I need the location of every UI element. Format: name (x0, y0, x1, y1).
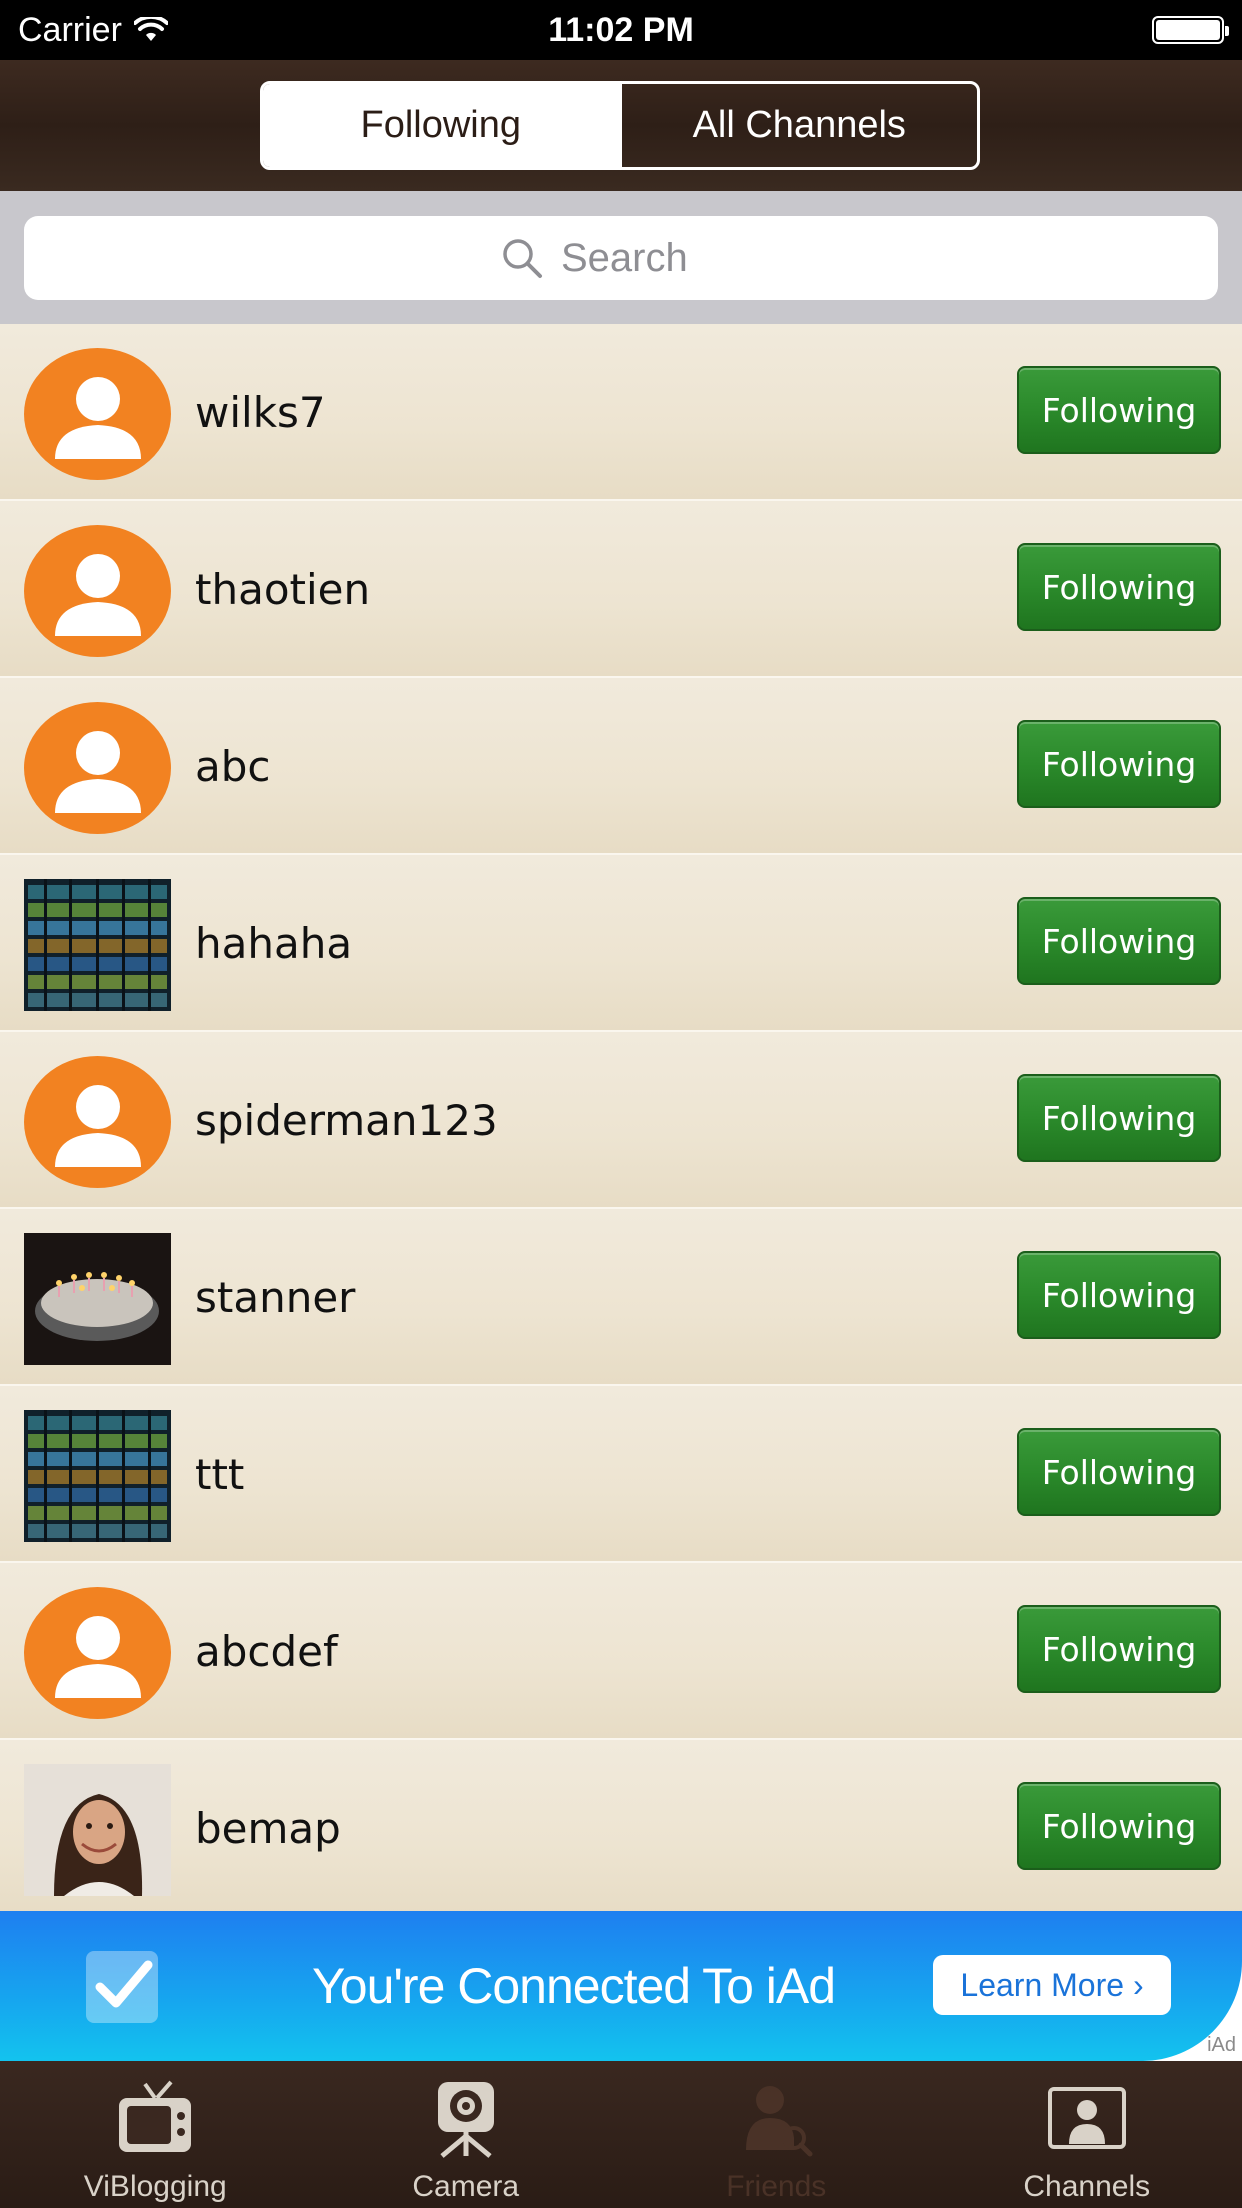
list-item[interactable]: abcdef Following (0, 1563, 1242, 1740)
default-user-icon (24, 1056, 171, 1188)
camera-icon (426, 2070, 506, 2166)
following-button[interactable]: Following (1017, 1251, 1221, 1339)
list-item[interactable]: bemap Following (0, 1740, 1242, 1917)
following-button[interactable]: Following (1017, 897, 1221, 985)
photo-shelf-avatar (24, 1410, 171, 1542)
tab-bar: ViBlogging Camera Friends Channels (0, 2061, 1242, 2208)
following-button[interactable]: Following (1017, 1605, 1221, 1693)
username: hahaha (195, 919, 353, 968)
tab-label: ViBlogging (83, 2170, 227, 2203)
list-item[interactable]: spiderman123 Following (0, 1032, 1242, 1209)
carrier-label: Carrier (18, 10, 122, 49)
list-item[interactable]: wilks7 Following (0, 324, 1242, 501)
username: abcdef (195, 1627, 338, 1676)
friends-icon (736, 2070, 816, 2166)
default-user-icon (24, 525, 171, 657)
following-button[interactable]: Following (1017, 1782, 1221, 1870)
following-list: wilks7 Following thaotien Following abc … (0, 324, 1242, 1917)
search-input[interactable] (561, 235, 741, 281)
status-bar: Carrier 11:02 PM (0, 0, 1242, 60)
tv-icon (115, 2070, 195, 2166)
default-user-icon (24, 702, 171, 834)
segment-all-channels[interactable]: All Channels (618, 84, 978, 167)
list-item[interactable]: stanner Following (0, 1209, 1242, 1386)
username: bemap (195, 1804, 341, 1853)
status-time: 11:02 PM (548, 10, 694, 49)
username: spiderman123 (195, 1096, 498, 1145)
following-button[interactable]: Following (1017, 720, 1221, 808)
tab-friends[interactable]: Friends (621, 2061, 932, 2208)
username: thaotien (195, 565, 371, 614)
username: stanner (195, 1273, 356, 1322)
iad-tag: iAd (1207, 2034, 1236, 2056)
username: wilks7 (195, 388, 326, 437)
following-button[interactable]: Following (1017, 1074, 1221, 1162)
tab-label: Camera (412, 2170, 520, 2203)
battery-icon (1152, 16, 1229, 44)
search-bar[interactable] (24, 216, 1218, 300)
tab-camera[interactable]: Camera (311, 2061, 622, 2208)
wifi-icon (133, 17, 168, 41)
tab-channels[interactable]: Channels (932, 2061, 1242, 2208)
learn-more-button[interactable]: Learn More › (933, 1955, 1171, 2015)
status-left: Carrier (18, 11, 168, 50)
username: ttt (195, 1450, 245, 1499)
search-area (0, 191, 1242, 324)
following-button[interactable]: Following (1017, 543, 1221, 631)
segmented-control: Following All Channels (260, 81, 980, 170)
list-item[interactable]: hahaha Following (0, 855, 1242, 1032)
list-item[interactable]: thaotien Following (0, 501, 1242, 678)
list-item[interactable]: abc Following (0, 678, 1242, 855)
ad-banner[interactable]: You're Connected To iAd Learn More › (0, 1911, 1242, 2061)
list-item[interactable]: ttt Following (0, 1386, 1242, 1563)
tab-label: Friends (726, 2170, 827, 2203)
following-button[interactable]: Following (1017, 1428, 1221, 1516)
segment-following[interactable]: Following (263, 84, 619, 167)
tab-viblogging[interactable]: ViBlogging (0, 2061, 311, 2208)
search-icon (503, 239, 542, 278)
default-user-icon (24, 1587, 171, 1719)
username: abc (195, 742, 271, 791)
default-user-icon (24, 348, 171, 480)
following-button[interactable]: Following (1017, 366, 1221, 454)
channels-icon (1047, 2070, 1127, 2166)
photo-portrait-avatar (24, 1764, 171, 1896)
ad-banner-container: You're Connected To iAd Learn More › iAd (0, 1911, 1242, 2061)
photo-cake-avatar (24, 1233, 171, 1365)
photo-shelf-avatar (24, 879, 171, 1011)
tab-label: Channels (1023, 2170, 1151, 2203)
header: Following All Channels (0, 60, 1242, 191)
